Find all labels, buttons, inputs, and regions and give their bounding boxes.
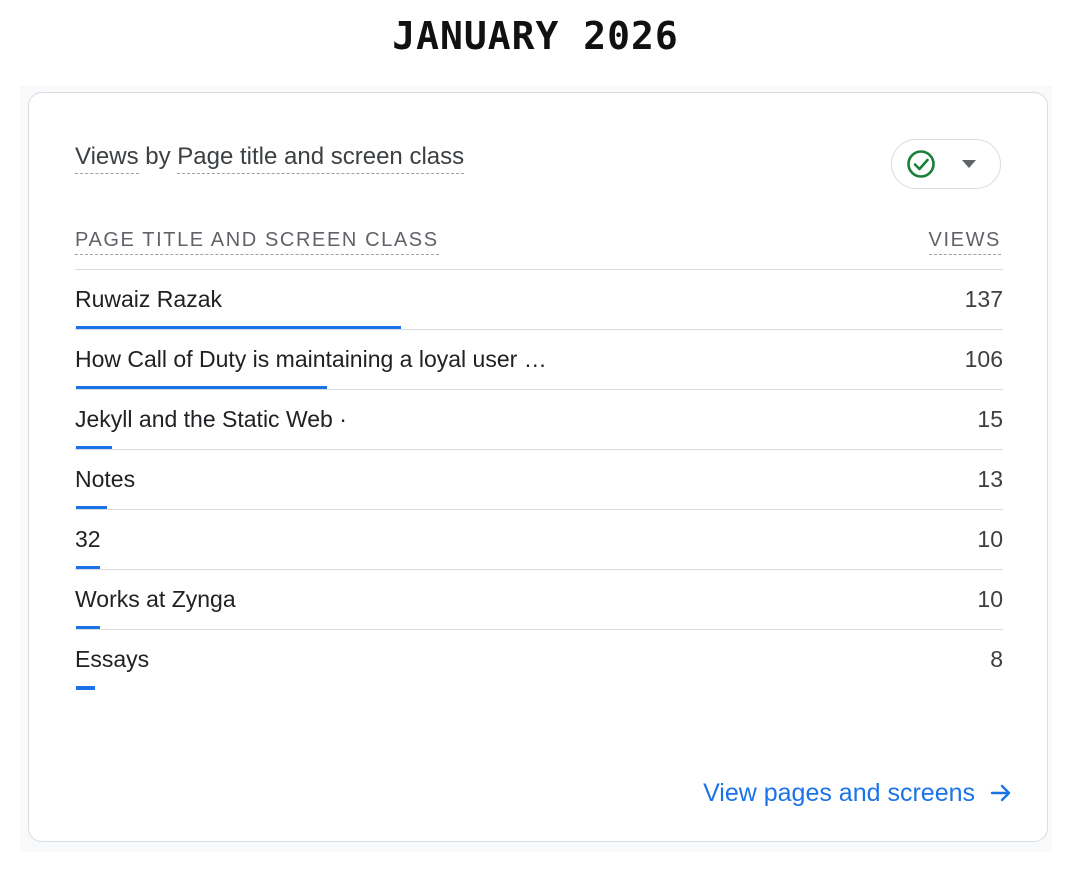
row-label: How Call of Duty is maintaining a loyal …	[75, 346, 547, 372]
arrow-right-icon	[990, 784, 1011, 802]
view-pages-link-label: View pages and screens	[703, 779, 975, 807]
row-value: 8	[990, 646, 1003, 672]
row-label: Essays	[75, 646, 150, 672]
dimension-label[interactable]: Page title and screen class	[177, 143, 465, 174]
row-value: 137	[964, 286, 1003, 312]
metric-label[interactable]: Views	[75, 143, 139, 174]
table-row[interactable]: Notes 13	[75, 449, 1003, 510]
title-connector: by	[145, 143, 171, 170]
row-value: 10	[977, 526, 1003, 552]
row-value: 15	[977, 406, 1003, 432]
row-label: Ruwaiz Razak	[75, 286, 222, 312]
row-label: Notes	[75, 466, 136, 492]
table-row[interactable]: 32 10	[75, 509, 1003, 570]
column-header-views[interactable]: VIEWS	[928, 229, 1001, 255]
table-row[interactable]: Works at Zynga 10	[75, 569, 1003, 630]
row-value: 106	[964, 346, 1003, 372]
row-label: Jekyll and the Static Web ·	[75, 406, 347, 432]
card-title: Views by Page title and screen class	[75, 143, 465, 174]
row-label: 32	[75, 526, 101, 552]
table-row[interactable]: Essays 8	[75, 629, 1003, 690]
table-row[interactable]: Jekyll and the Static Web · 15	[75, 389, 1003, 450]
table-row[interactable]: How Call of Duty is maintaining a loyal …	[75, 329, 1003, 390]
view-pages-link[interactable]: View pages and screens	[703, 779, 1013, 808]
check-circle-icon	[907, 150, 935, 178]
row-value: 10	[977, 586, 1003, 612]
views-card: Views by Page title and screen class PAG…	[28, 92, 1048, 842]
row-label: Works at Zynga	[75, 586, 236, 612]
row-bar	[76, 686, 95, 690]
caret-down-icon	[962, 160, 976, 168]
comparison-button[interactable]	[891, 139, 1001, 189]
page-heading: JANUARY 2026	[392, 14, 679, 58]
row-value: 13	[977, 466, 1003, 492]
table-body: Ruwaiz Razak 137 How Call of Duty is mai…	[75, 269, 1003, 690]
table-row[interactable]: Ruwaiz Razak 137	[75, 269, 1003, 330]
column-header-page-title[interactable]: PAGE TITLE AND SCREEN CLASS	[75, 229, 439, 255]
